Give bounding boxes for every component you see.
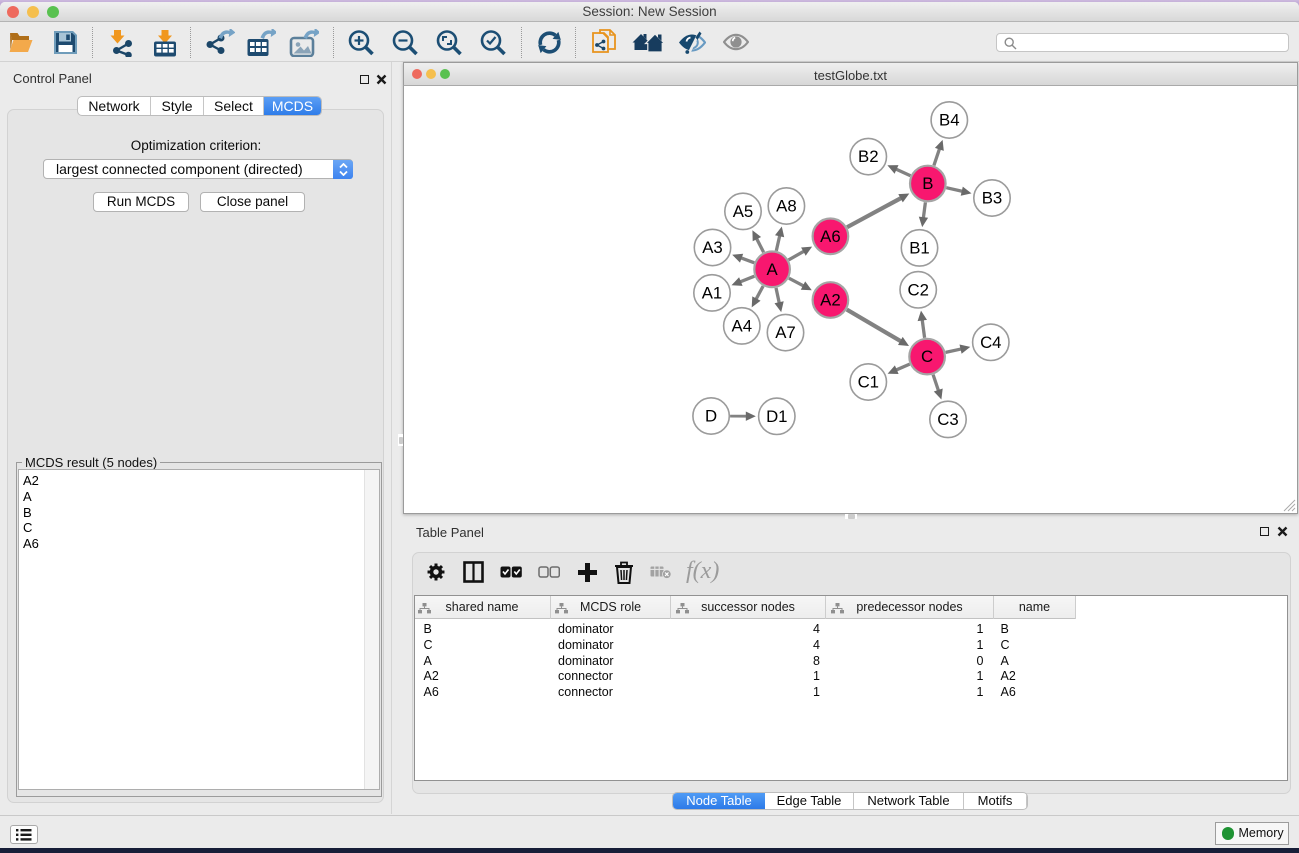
svg-text:A: A	[766, 260, 778, 279]
svg-text:C2: C2	[907, 280, 928, 299]
svg-text:D: D	[705, 407, 717, 426]
svg-text:A3: A3	[702, 238, 723, 257]
svg-text:C3: C3	[937, 410, 958, 429]
svg-text:C1: C1	[857, 373, 878, 392]
svg-text:D1: D1	[766, 407, 787, 426]
svg-text:A8: A8	[776, 197, 797, 216]
svg-text:C: C	[921, 347, 933, 366]
svg-text:B3: B3	[981, 189, 1002, 208]
svg-text:A5: A5	[732, 202, 753, 221]
svg-text:A4: A4	[731, 317, 752, 336]
svg-text:A6: A6	[820, 227, 841, 246]
svg-text:C4: C4	[980, 333, 1001, 352]
svg-text:B2: B2	[858, 147, 879, 166]
svg-text:B1: B1	[909, 239, 930, 258]
svg-text:A1: A1	[701, 284, 722, 303]
svg-text:B4: B4	[939, 111, 960, 130]
svg-text:B: B	[922, 174, 933, 193]
svg-text:A2: A2	[820, 291, 841, 310]
svg-text:A7: A7	[775, 323, 796, 342]
